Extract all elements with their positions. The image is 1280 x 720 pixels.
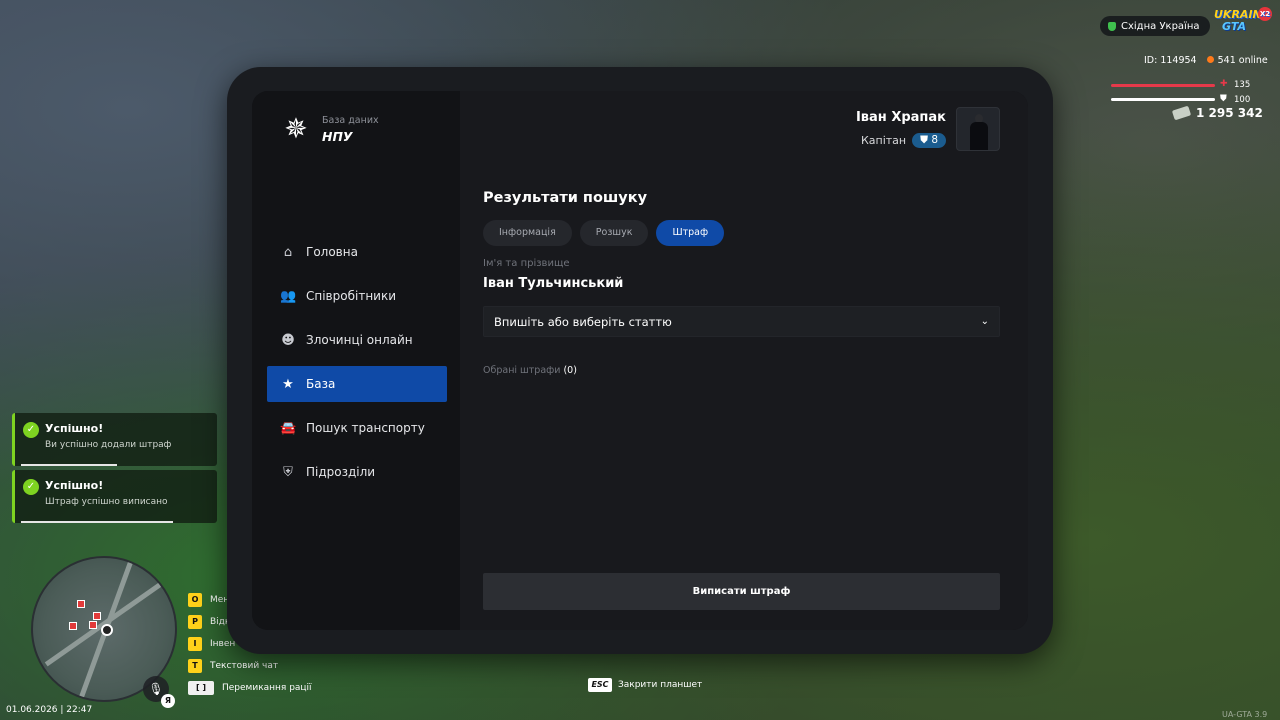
health-bar [1111,84,1215,87]
sidebar-item-label: База [306,377,336,391]
map-blip [69,622,77,630]
esc-hint: ESC Закрити планшет [588,678,702,692]
key-badge: ESC [588,678,612,692]
article-select-placeholder: Впишіть або виберіть статтю [494,314,672,329]
tabs: Інформація Розшук Штраф [483,220,725,246]
sidebar-nav: ⌂ Головна 👥 Співробітники ☻ Злочинці онлайн… [267,234,447,498]
tab-fine[interactable]: Штраф [656,220,725,246]
key-badge: [ ] [188,681,214,695]
sidebar-item-vehicle-search[interactable]: 🚘 Пошук транспорту [267,410,447,446]
article-select[interactable]: Впишіть або виберіть статтю ⌄ [483,306,1000,337]
map-blip [89,621,97,629]
money-amount: 1 295 342 [1196,106,1263,120]
sidebar-item-divisions[interactable]: ⛨ Підрозділи [267,454,447,490]
datetime: 01.06.2026 | 22:47 [6,705,93,715]
chosen-fines-count: (0) [563,365,577,376]
region-shield-icon [1108,21,1116,31]
brand-subtitle: База даних [322,114,379,126]
avatar-body [970,122,988,150]
avatar [956,107,1000,151]
toast-message: Штраф успішно виписано [45,497,168,507]
logo-badge: X2 [1258,7,1272,21]
player-marker-icon [101,624,113,636]
toast-notification: ✓ Успішно! Ви успішно додали штраф [12,413,217,466]
sidebar-item-label: Підрозділи [306,465,376,479]
tab-information[interactable]: Інформація [483,220,572,246]
voice-badge: Я [161,694,175,708]
toast-title: Успішно! [45,479,104,492]
sidebar-item-label: Злочинці онлайн [306,333,413,347]
player-id: ID: 114954 [1144,55,1197,66]
brand: ✵ База даних НПУ [280,112,379,145]
key-hint-label: Перемикання рації [222,683,312,693]
sidebar-item-label: Співробітники [306,289,397,303]
esc-hint-label: Закрити планшет [618,680,703,690]
tab-wanted[interactable]: Розшук [579,220,649,246]
hud-ids: ID: 114954 541 online [1144,55,1268,66]
star-icon: ★ [282,376,294,392]
sidebar-item-label: Головна [306,245,358,259]
key-hint-label: Інвен [210,639,236,649]
sidebar-item-label: Пошук транспорту [306,421,425,435]
car-icon: 🚘 [280,420,297,436]
police-star-icon: ✵ [284,112,308,145]
sidebar: ✵ База даних НПУ ⌂ Головна 👥 Співробітники… [252,91,457,630]
armor-bar [1111,98,1215,101]
region-label: Східна Україна [1121,20,1200,32]
toast-notification: ✓ Успішно! Штраф успішно виписано [12,470,217,523]
chosen-fines: Обрані штрафи (0) [483,365,577,376]
users-icon: 👥 [280,288,297,304]
health-value: 135 [1234,80,1251,90]
key-hint: [ ] Перемикання рації [188,677,312,699]
rank-level-badge: ⛊ 8 [912,133,946,148]
issue-fine-button[interactable]: Виписати штраф [483,573,1000,610]
cash-icon [1171,105,1192,121]
profile-rank-row: Капітан ⛊ 8 [856,133,946,148]
online-count: 541 online [1206,55,1268,66]
online-dot-icon [1206,56,1214,63]
armor-value: 100 [1234,95,1251,105]
name-field-label: Ім'я та прізвище [483,258,570,269]
toast-title: Успішно! [45,422,104,435]
sidebar-item-database[interactable]: ★ База [267,366,447,402]
map-blip [77,600,85,608]
user-profile: Іван Храпак Капітан ⛊ 8 [856,107,1000,151]
page-title: Результати пошуку [483,190,648,206]
health-cross-icon: ✚ [1220,79,1228,89]
logo-line2: GTA [1222,20,1246,33]
check-icon: ✓ [23,479,39,495]
tablet-screen: ✵ База даних НПУ ⌂ Головна 👥 Співробітники… [252,91,1028,630]
main-panel: Іван Храпак Капітан ⛊ 8 Результати пошук… [460,91,1028,630]
money-display: 1 295 342 [1171,105,1263,121]
chosen-fines-label: Обрані штрафи [483,365,561,376]
chevron-down-icon: ⌄ [980,316,989,327]
toast-progress [21,521,173,523]
toast-progress [21,464,117,466]
key-badge: I [188,637,202,651]
armor-shield-icon: ⛊ [1220,94,1227,104]
key-badge: O [188,593,202,607]
server-logo: UKRAIN GTA X2 [1214,7,1272,39]
sidebar-item-home[interactable]: ⌂ Головна [267,234,447,270]
shield-icon: ⛨ [283,464,293,480]
sidebar-item-criminals[interactable]: ☻ Злочинці онлайн [267,322,447,358]
name-field-value: Іван Тульчинський [483,276,624,291]
key-badge: P [188,615,202,629]
key-hint: T Текстовий чат [188,655,312,677]
version-label: UA-GTA 3.9 [1222,710,1268,719]
key-badge: T [188,659,202,673]
profile-name: Іван Храпак [855,110,946,125]
skull-icon: ☻ [281,332,295,348]
region-pill: Східна Україна [1100,16,1210,36]
map-blip [93,612,101,620]
toast-message: Ви успішно додали штраф [45,440,172,450]
home-icon: ⌂ [283,244,293,260]
brand-name: НПУ [322,128,353,144]
profile-rank: Капітан [860,134,907,147]
sidebar-item-staff[interactable]: 👥 Співробітники [267,278,447,314]
key-hint-label: Текстовий чат [210,661,279,671]
check-icon: ✓ [23,422,39,438]
